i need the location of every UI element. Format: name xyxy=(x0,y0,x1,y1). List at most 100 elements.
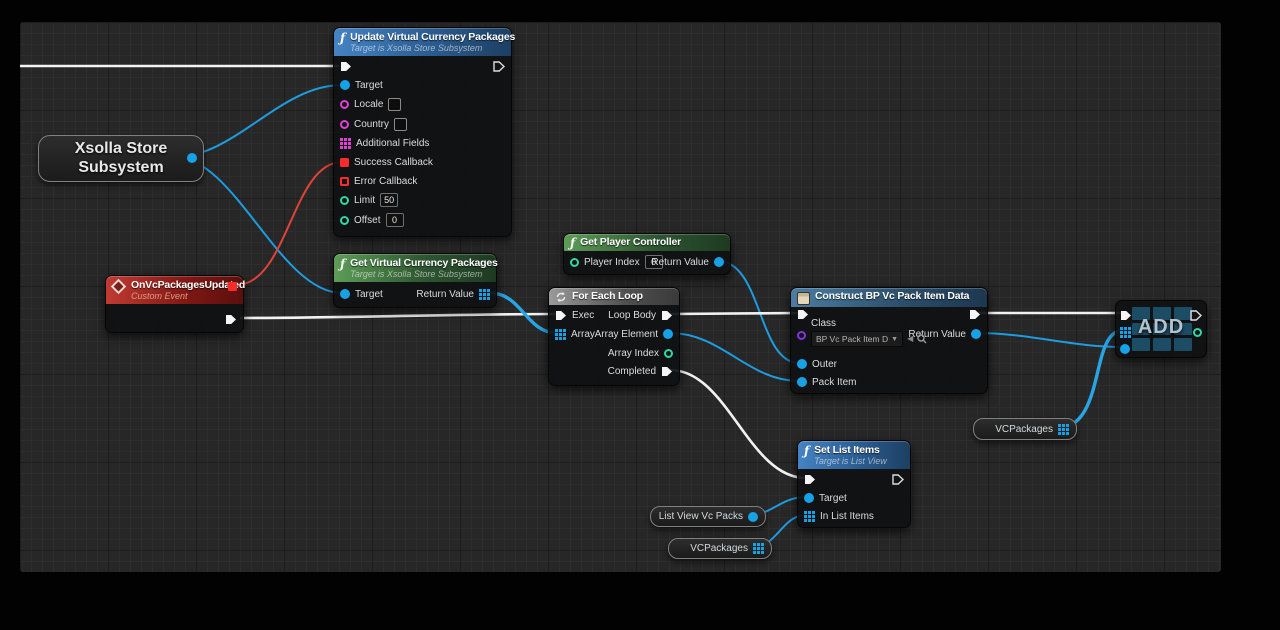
country-pin[interactable] xyxy=(340,120,349,129)
window-frame: ƒ Update Virtual Currency Packages Targe… xyxy=(0,0,1280,630)
exec-out-pin[interactable] xyxy=(969,307,981,321)
in-list-items-pin[interactable] xyxy=(804,511,815,522)
target-pin[interactable] xyxy=(340,80,350,90)
wire-getpc-to-construct-outer xyxy=(718,261,799,363)
country-input[interactable] xyxy=(394,118,407,131)
pin-label: Array Index xyxy=(608,348,659,359)
pin-label: Pack Item xyxy=(812,377,856,388)
node-for-each-loop[interactable]: For Each Loop Exec Array Loop Body Array… xyxy=(548,287,680,386)
node-subtitle: Target is Xsolla Store Subsystem xyxy=(350,269,498,279)
exec-out-pin[interactable] xyxy=(493,59,505,73)
offset-pin[interactable] xyxy=(340,216,349,225)
pin-label: Country xyxy=(354,119,389,130)
completed-pin[interactable]: Completed xyxy=(608,364,673,378)
pin-label: Array Element xyxy=(595,329,658,340)
node-add-array-item[interactable]: ADD xyxy=(1115,300,1207,358)
return-value-pin[interactable] xyxy=(479,289,490,300)
return-index-pin[interactable] xyxy=(1193,328,1202,337)
output-pin[interactable] xyxy=(753,543,764,554)
exec-in-pin[interactable] xyxy=(340,59,352,73)
exec-in-pin[interactable] xyxy=(797,307,809,321)
variable-title: VCPackages xyxy=(995,424,1053,435)
output-pin[interactable] xyxy=(748,512,758,522)
node-vcpackages-bottom[interactable]: VCPackages xyxy=(668,538,772,559)
pin-label: Outer xyxy=(812,359,837,370)
new-item-pin[interactable] xyxy=(1120,344,1130,354)
success-callback-pin[interactable] xyxy=(340,158,349,167)
output-pin[interactable] xyxy=(1058,424,1069,435)
array-pin[interactable] xyxy=(555,329,566,340)
custom-event-icon xyxy=(111,279,127,295)
node-vcpackages-right[interactable]: VCPackages xyxy=(973,418,1077,440)
wire-array-getvcp-to-foreach xyxy=(490,293,557,333)
locale-pin[interactable] xyxy=(340,100,349,109)
exec-in-pin[interactable] xyxy=(1120,308,1132,322)
target-array-pin[interactable] xyxy=(1120,327,1131,338)
pin-label: Loop Body xyxy=(608,310,656,321)
pin-label: Player Index xyxy=(584,257,640,268)
browse-magnifier-icon[interactable] xyxy=(917,334,927,344)
outer-pin[interactable] xyxy=(797,359,807,369)
pack-item-pin[interactable] xyxy=(797,377,807,387)
additional-fields-pin[interactable] xyxy=(340,138,351,149)
offset-input[interactable]: 0 xyxy=(386,213,404,227)
wire-construct-return-to-add-item xyxy=(975,333,1124,347)
limit-pin[interactable] xyxy=(340,196,349,205)
pin-label: Target xyxy=(819,493,847,504)
class-dropdown[interactable]: BP Vc Pack Item D▼ xyxy=(811,331,903,347)
pin-label: In List Items xyxy=(820,511,874,522)
exec-out-pin[interactable] xyxy=(225,312,237,326)
node-list-view-vc-packs[interactable]: List View Vc Packs xyxy=(650,506,766,527)
error-callback-pin[interactable] xyxy=(340,177,349,186)
node-set-list-items[interactable]: ƒ Set List Items Target is List View Tar… xyxy=(797,440,911,528)
pin-label: Return Value xyxy=(416,289,474,300)
function-icon: ƒ xyxy=(340,258,345,270)
node-subtitle: Target is List View xyxy=(814,456,887,466)
target-pin[interactable] xyxy=(340,289,350,299)
node-update-virtual-currency-packages[interactable]: ƒ Update Virtual Currency Packages Targe… xyxy=(333,27,512,237)
node-get-virtual-currency-packages[interactable]: ƒ Get Virtual Currency Packages Target i… xyxy=(333,253,497,308)
node-onvcpackagesupdated-event[interactable]: OnVcPackagesUpdated Custom Event xyxy=(105,275,244,333)
pin-label: Array xyxy=(571,329,595,340)
blueprint-canvas[interactable]: ƒ Update Virtual Currency Packages Targe… xyxy=(20,22,1221,572)
wire-arrayelement-to-packitem xyxy=(670,333,799,381)
variable-title: VCPackages xyxy=(690,543,748,554)
pin-label: Completed xyxy=(608,366,656,377)
loop-icon xyxy=(555,291,567,303)
pin-label: Class xyxy=(811,318,927,329)
target-pin[interactable] xyxy=(804,493,814,503)
array-element-pin[interactable] xyxy=(663,329,673,339)
pin-label: Success Callback xyxy=(354,157,433,168)
node-title: Get Player Controller xyxy=(580,236,681,248)
construct-icon xyxy=(797,292,810,305)
wire-delegate-event-to-success-callback xyxy=(236,162,342,285)
return-value-pin[interactable] xyxy=(714,257,724,267)
exec-out-pin[interactable] xyxy=(1190,308,1202,322)
array-index-pin[interactable] xyxy=(664,349,673,358)
reset-arrow-icon[interactable]: ◀ xyxy=(907,335,913,343)
player-index-pin[interactable] xyxy=(570,258,579,267)
node-xsolla-store-subsystem[interactable]: Xsolla Store Subsystem xyxy=(38,135,204,182)
node-get-player-controller[interactable]: ƒ Get Player Controller Player Index0 Re… xyxy=(563,233,731,275)
wire-exec-completed-to-setlist xyxy=(670,370,806,478)
xsolla-output-pin[interactable] xyxy=(187,153,197,163)
exec-in-pin[interactable] xyxy=(804,472,816,486)
node-title: Construct BP Vc Pack Item Data xyxy=(815,290,969,302)
wire-exec-event-to-foreach xyxy=(240,314,557,318)
loop-body-pin[interactable]: Loop Body xyxy=(608,308,673,322)
function-icon: ƒ xyxy=(804,445,809,457)
class-pin[interactable] xyxy=(797,331,806,340)
node-subtitle: Target is Xsolla Store Subsystem xyxy=(350,43,515,53)
return-value-pin[interactable] xyxy=(971,329,981,339)
node-construct-bp-vc-pack-item-data[interactable]: Construct BP Vc Pack Item Data Return Va… xyxy=(790,287,988,394)
node-title: Get Virtual Currency Packages xyxy=(350,257,498,269)
limit-input[interactable]: 50 xyxy=(380,193,398,207)
exec-in-pin[interactable]: Exec xyxy=(555,308,594,322)
locale-input[interactable] xyxy=(388,98,401,111)
chevron-down-icon: ▼ xyxy=(891,336,898,343)
function-icon: ƒ xyxy=(340,32,345,44)
exec-out-pin[interactable] xyxy=(892,472,904,486)
delegate-pin[interactable] xyxy=(228,282,237,291)
node-title: Update Virtual Currency Packages xyxy=(350,31,515,43)
pin-label: Offset xyxy=(354,215,381,226)
